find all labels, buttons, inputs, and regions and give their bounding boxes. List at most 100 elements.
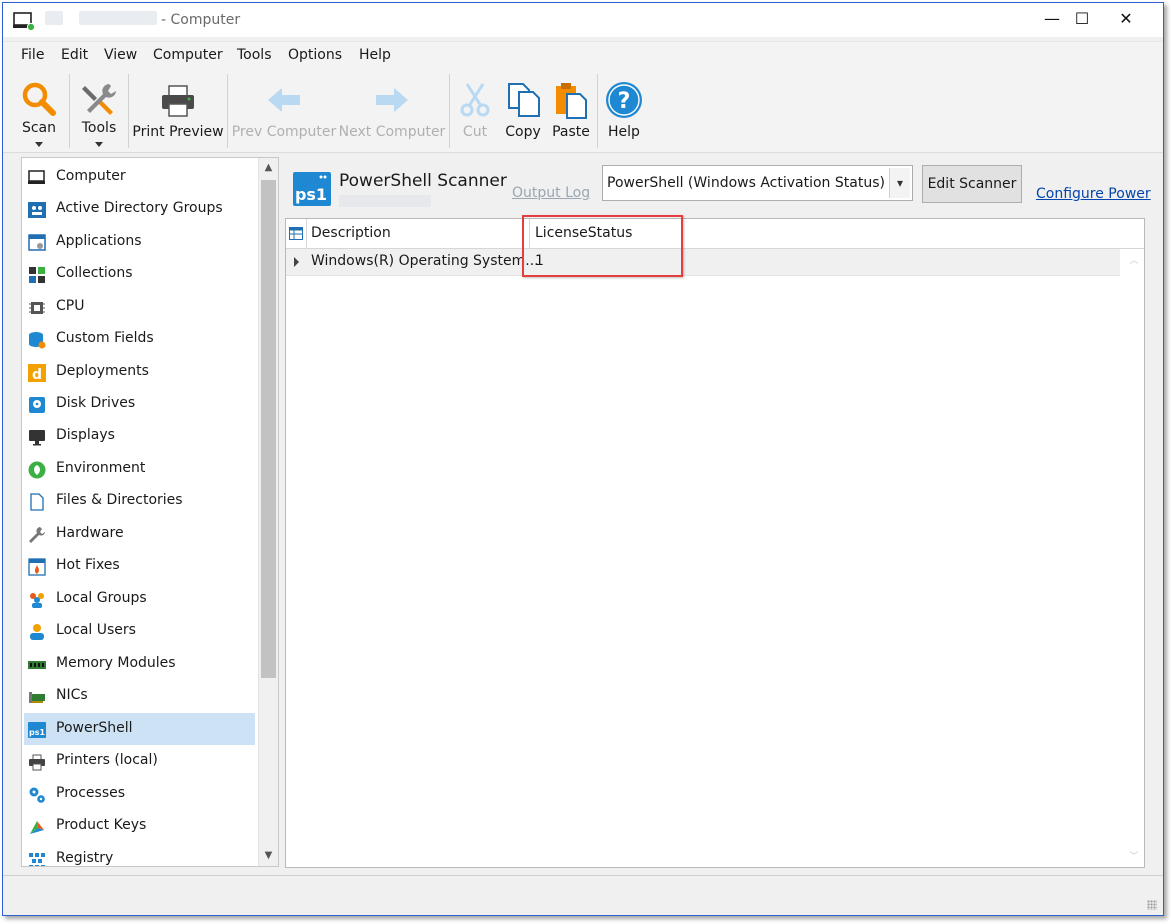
arrow-right-icon bbox=[376, 88, 408, 112]
svg-text:ps1: ps1 bbox=[29, 728, 45, 737]
environment-icon bbox=[28, 461, 46, 479]
tools-icon bbox=[82, 84, 116, 115]
scroll-down-icon[interactable]: ﹀ bbox=[1124, 849, 1144, 865]
menu-help[interactable]: Help bbox=[359, 47, 391, 63]
menu-file[interactable]: File bbox=[21, 47, 44, 63]
help-icon: ? bbox=[606, 82, 642, 118]
print-preview-label: Print Preview bbox=[132, 124, 224, 140]
content-panel: ps1 PowerShell Scanner Output Log PowerS… bbox=[284, 157, 1151, 869]
toolbar-separator bbox=[449, 74, 450, 148]
sidebar-item-environment[interactable]: Environment bbox=[24, 453, 255, 485]
dropdown-arrow-icon[interactable] bbox=[35, 142, 43, 147]
svg-text:d: d bbox=[32, 367, 42, 382]
sidebar-item-hot-fixes[interactable]: Hot Fixes bbox=[24, 550, 255, 582]
sidebar: Computer Active Directory Groups Applica… bbox=[21, 157, 279, 867]
memory-icon bbox=[28, 661, 46, 669]
menu-view[interactable]: View bbox=[104, 47, 137, 63]
toolbar-separator bbox=[69, 74, 70, 148]
menu-computer[interactable]: Computer bbox=[153, 47, 223, 63]
sidebar-item-product-keys[interactable]: Product Keys bbox=[24, 810, 255, 842]
disk-drive-icon bbox=[29, 397, 45, 413]
row-expand-icon[interactable] bbox=[294, 257, 299, 267]
cut-button[interactable]: Cut bbox=[453, 76, 497, 148]
sidebar-item-registry[interactable]: Registry bbox=[24, 843, 255, 866]
sidebar-item-powershell[interactable]: ps1 PowerShell bbox=[24, 713, 255, 745]
menu-options[interactable]: Options bbox=[288, 47, 342, 63]
scan-button[interactable]: Scan bbox=[11, 76, 67, 148]
sidebar-item-files-directories[interactable]: Files & Directories bbox=[24, 485, 255, 517]
sidebar-item-cpu[interactable]: CPU bbox=[24, 291, 255, 323]
next-computer-label: Next Computer bbox=[338, 124, 446, 140]
sidebar-item-disk-drives[interactable]: Disk Drives bbox=[24, 388, 255, 420]
sidebar-item-custom-fields[interactable]: Custom Fields bbox=[24, 323, 255, 355]
cpu-icon bbox=[29, 302, 45, 314]
scroll-up-icon[interactable]: ▲ bbox=[259, 158, 278, 178]
local-groups-icon bbox=[30, 593, 44, 608]
paste-icon bbox=[556, 83, 587, 119]
deployments-icon: d bbox=[28, 364, 46, 382]
toolbar-separator bbox=[597, 74, 598, 148]
scrollbar-thumb[interactable] bbox=[261, 180, 276, 678]
prev-computer-button[interactable]: Prev Computer bbox=[231, 76, 337, 148]
sidebar-item-displays[interactable]: Displays bbox=[24, 420, 255, 452]
chevron-down-icon[interactable]: ▾ bbox=[889, 168, 910, 198]
grid-scrollbar[interactable]: ︿ ﹀ bbox=[1124, 249, 1144, 867]
window-title: - Computer bbox=[161, 12, 241, 28]
menu-edit[interactable]: Edit bbox=[61, 47, 88, 63]
sidebar-item-local-users[interactable]: Local Users bbox=[24, 615, 255, 647]
sidebar-item-local-groups[interactable]: Local Groups bbox=[24, 583, 255, 615]
arrow-left-icon bbox=[268, 88, 300, 112]
next-computer-button[interactable]: Next Computer bbox=[338, 76, 446, 148]
help-button[interactable]: ? Help bbox=[601, 76, 647, 148]
toolbar-separator bbox=[128, 74, 129, 148]
scroll-down-icon[interactable]: ▼ bbox=[259, 846, 278, 866]
toolbar-separator bbox=[227, 74, 228, 148]
svg-text:?: ? bbox=[618, 89, 631, 114]
copy-button[interactable]: Copy bbox=[501, 76, 545, 148]
sidebar-item-memory-modules[interactable]: Memory Modules bbox=[24, 648, 255, 680]
configure-powershell-link[interactable]: Configure Power bbox=[1036, 186, 1151, 202]
scanner-select[interactable]: PowerShell (Windows Activation Status) ▾ bbox=[602, 165, 913, 201]
sidebar-item-collections[interactable]: Collections bbox=[24, 258, 255, 290]
column-header-description[interactable]: Description bbox=[311, 225, 391, 241]
sidebar-item-printers-local[interactable]: Printers (local) bbox=[24, 745, 255, 777]
menu-tools[interactable]: Tools bbox=[237, 47, 272, 63]
output-log-link[interactable]: Output Log bbox=[512, 185, 590, 201]
ad-groups-icon bbox=[28, 202, 46, 218]
menu-bar: File Edit View Computer Tools Options He… bbox=[3, 41, 1163, 71]
sidebar-item-deployments[interactable]: d Deployments bbox=[24, 356, 255, 388]
scan-label: Scan bbox=[21, 120, 57, 136]
close-button[interactable]: ✕ bbox=[1107, 3, 1145, 33]
cell-description: Windows(R) Operating System... bbox=[311, 253, 539, 269]
powershell-icon: ps1 bbox=[28, 722, 46, 738]
dropdown-arrow-icon[interactable] bbox=[95, 142, 103, 147]
paste-button[interactable]: Paste bbox=[547, 76, 595, 148]
hot-fixes-icon bbox=[28, 558, 46, 576]
toolbar: Scan Tools Print Preview Prev Computer N… bbox=[3, 70, 1163, 153]
sidebar-item-active-directory-groups[interactable]: Active Directory Groups bbox=[24, 193, 255, 225]
app-window: - Computer — ☐ ✕ File Edit View Computer… bbox=[2, 2, 1164, 916]
wrench-icon bbox=[29, 527, 45, 543]
sidebar-item-applications[interactable]: Applications bbox=[24, 226, 255, 258]
sidebar-item-processes[interactable]: Processes bbox=[24, 778, 255, 810]
maximize-button[interactable]: ☐ bbox=[1063, 3, 1101, 33]
grid-options-icon[interactable] bbox=[289, 227, 303, 240]
tools-label: Tools bbox=[81, 120, 117, 136]
resize-grip-icon[interactable] bbox=[1147, 900, 1157, 910]
registry-icon bbox=[29, 853, 45, 866]
sidebar-item-nics[interactable]: NICs bbox=[24, 680, 255, 712]
sidebar-item-hardware[interactable]: Hardware bbox=[24, 518, 255, 550]
cut-label: Cut bbox=[462, 124, 488, 140]
printer-icon bbox=[29, 754, 45, 771]
table-row[interactable]: Windows(R) Operating System... 1 bbox=[286, 249, 1120, 276]
edit-scanner-button[interactable]: Edit Scanner bbox=[922, 165, 1022, 203]
help-label: Help bbox=[608, 124, 640, 140]
collections-icon bbox=[29, 267, 45, 283]
printer-icon bbox=[162, 85, 194, 117]
print-preview-button[interactable]: Print Preview bbox=[131, 76, 225, 148]
sidebar-scrollbar[interactable]: ▲ ▼ bbox=[258, 158, 278, 866]
scanner-title: PowerShell Scanner bbox=[339, 171, 507, 191]
sidebar-item-computer[interactable]: Computer bbox=[24, 161, 255, 193]
scroll-up-icon[interactable]: ︿ bbox=[1124, 253, 1144, 269]
tools-button[interactable]: Tools bbox=[71, 76, 127, 148]
